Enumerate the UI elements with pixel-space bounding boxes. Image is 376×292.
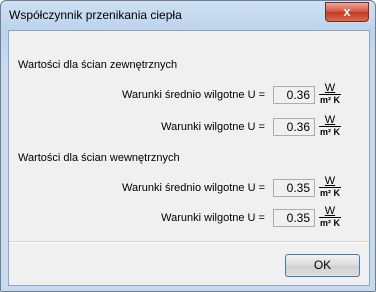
dialog-content: Wartości dla ścian zewnętrznych Warunki … xyxy=(8,30,370,286)
unit-numerator: W xyxy=(324,82,336,94)
internal-walls-header: Wartości dla ścian wewnętrznych xyxy=(18,152,180,164)
internal-humid-label: Warunki wilgotne U = xyxy=(161,212,265,224)
unit-denominator: m² K xyxy=(319,126,341,137)
external-humid-value[interactable]: 0.36 xyxy=(273,118,315,136)
ok-button[interactable]: OK xyxy=(285,254,360,277)
external-medium-humid-label: Warunki średnio wilgotne U = xyxy=(122,89,265,101)
unit-numerator: W xyxy=(324,175,336,187)
external-humid-label: Warunki wilgotne U = xyxy=(161,121,265,133)
unit-denominator: m² K xyxy=(319,217,341,228)
external-medium-humid-value[interactable]: 0.36 xyxy=(273,86,315,104)
unit-fraction: W m² K xyxy=(319,206,341,229)
unit-numerator: W xyxy=(324,205,336,217)
unit-fraction: W m² K xyxy=(319,83,341,106)
unit-denominator: m² K xyxy=(319,94,341,105)
unit-fraction: W m² K xyxy=(319,115,341,138)
window-title: Współczynnik przenikania ciepła xyxy=(9,8,182,22)
title-bar[interactable]: Współczynnik przenikania ciepła x xyxy=(1,1,375,29)
unit-denominator: m² K xyxy=(319,187,341,198)
close-icon: x xyxy=(343,4,351,19)
close-button[interactable]: x xyxy=(325,2,369,22)
unit-numerator: W xyxy=(324,114,336,126)
internal-medium-humid-label: Warunki średnio wilgotne U = xyxy=(122,182,265,194)
separator xyxy=(9,241,369,243)
dialog-window: Współczynnik przenikania ciepła x Wartoś… xyxy=(0,0,376,292)
internal-medium-humid-value[interactable]: 0.35 xyxy=(273,179,315,197)
internal-humid-value[interactable]: 0.35 xyxy=(273,209,315,227)
external-walls-header: Wartości dla ścian zewnętrznych xyxy=(18,59,178,71)
unit-fraction: W m² K xyxy=(319,176,341,199)
